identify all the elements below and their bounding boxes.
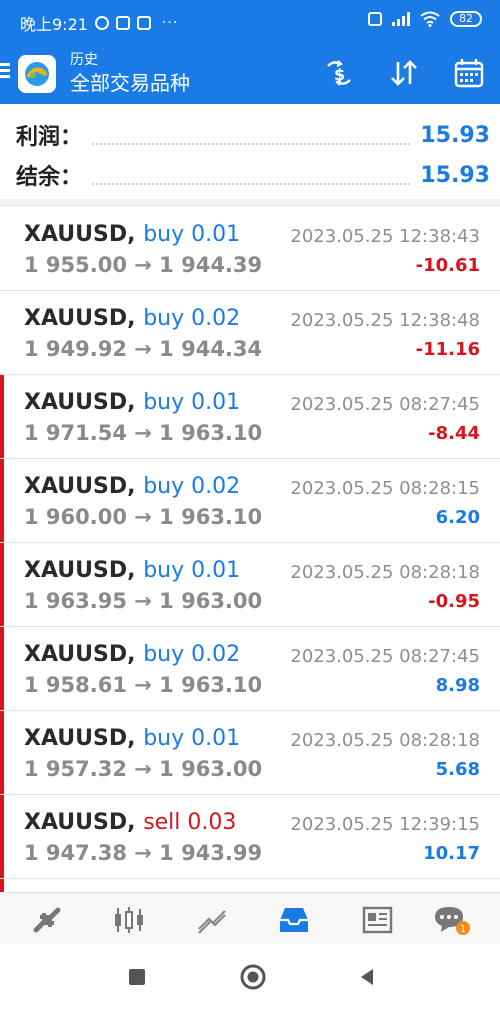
trade-prices: 1 971.54 → 1 963.10 xyxy=(24,421,263,445)
trade-symbol: XAUUSD, xyxy=(24,726,136,751)
trade-side-volume: buy 0.01 xyxy=(143,390,241,415)
trade-symbol: XAUUSD, xyxy=(24,642,136,667)
trade-prices: 1 955.00 → 1 944.39 xyxy=(24,253,263,277)
trade-prices: 1 960.00 → 1 963.10 xyxy=(24,505,263,529)
trade-row[interactable]: XAUUSD, buy 0.01 1 971.54 → 1 963.10 202… xyxy=(0,375,500,459)
trade-symbol: XAUUSD, xyxy=(24,390,136,415)
profit-value: 15.93 xyxy=(420,122,490,148)
trade-profit: -0.95 xyxy=(428,591,480,612)
profit-label: 利润： xyxy=(16,125,83,150)
trade-row[interactable]: XAUUSD, buy 0.02 1 958.61 → 1 963.10 202… xyxy=(0,627,500,711)
trade-row[interactable]: XAUUSD, buy 0.01 1 955.00 → 1 944.39 202… xyxy=(0,207,500,291)
battery-indicator: 82 xyxy=(450,11,482,27)
trade-symbol: XAUUSD, xyxy=(24,306,136,331)
trade-side-volume: buy 0.01 xyxy=(143,726,241,751)
trade-row[interactable]: XAUUSD, buy 0.02 1 960.00 → 1 963.10 202… xyxy=(0,459,500,543)
dot-leader xyxy=(92,125,411,145)
balance-value: 15.93 xyxy=(420,162,490,188)
dot-leader xyxy=(92,165,411,185)
trade-symbol: XAUUSD, xyxy=(24,558,136,583)
trade-side-volume: buy 0.02 xyxy=(143,306,241,331)
page-title[interactable]: 全部交易品种 xyxy=(70,69,190,97)
page-subtitle: 历史 xyxy=(70,52,98,68)
trade-history-list: XAUUSD, buy 0.01 1 955.00 → 1 944.39 202… xyxy=(0,207,500,893)
trade-accent-bar xyxy=(0,795,4,878)
app-bar: 历史 全部交易品种 $ xyxy=(0,42,500,104)
trade-symbol: XAUUSD, xyxy=(24,810,136,835)
trade-row[interactable]: XAUUSD, buy 0.01 1 957.32 → 1 963.00 202… xyxy=(0,711,500,795)
chat-badge-count: 1 xyxy=(460,924,466,935)
balance-row: 结余： 15.93 xyxy=(16,158,490,192)
calendar-icon[interactable] xyxy=(452,56,486,90)
trade-time: 2023.05.25 08:27:45 xyxy=(290,646,480,667)
trade-side-volume: sell 0.03 xyxy=(143,810,237,835)
trade-row[interactable]: XAUUSD, sell 0.03 1 947.38 → 1 943.99 20… xyxy=(0,795,500,879)
history-tab-icon[interactable] xyxy=(277,903,311,937)
trade-profit: 8.98 xyxy=(435,675,480,696)
wifi-icon xyxy=(420,11,440,27)
app-logo xyxy=(18,55,56,93)
trade-time: 2023.05.25 12:38:43 xyxy=(290,226,480,247)
bottom-navigation: 1 xyxy=(0,892,500,945)
trade-side-volume: buy 0.01 xyxy=(143,558,241,583)
trade-accent-bar xyxy=(0,375,4,458)
notification-icon xyxy=(115,16,130,30)
trade-accent-bar xyxy=(0,543,4,626)
trade-prices: 1 949.92 → 1 944.34 xyxy=(24,337,263,361)
system-navigation-bar xyxy=(0,944,500,1015)
profit-row: 利润： 15.93 xyxy=(16,118,490,152)
news-tab-icon[interactable] xyxy=(360,903,394,937)
trade-accent-bar xyxy=(0,627,4,710)
partial-row xyxy=(0,879,500,893)
currency-exchange-icon[interactable]: $ xyxy=(322,56,356,90)
summary-panel: 利润： 15.93 结余： 15.93 xyxy=(0,108,500,200)
status-time: 晚上9:21 xyxy=(20,15,88,34)
recents-button-icon[interactable] xyxy=(122,962,152,992)
trade-profit: 6.20 xyxy=(435,507,480,528)
trade-profit: 5.68 xyxy=(435,759,480,780)
trade-time: 2023.05.25 08:28:15 xyxy=(290,478,480,499)
trade-prices: 1 958.61 → 1 963.10 xyxy=(24,673,263,697)
sim-icon xyxy=(368,12,382,26)
trade-time: 2023.05.25 08:28:18 xyxy=(290,562,480,583)
trade-profit: -10.61 xyxy=(415,255,480,276)
trade-time: 2023.05.25 08:28:18 xyxy=(290,730,480,751)
status-bar: 晚上9:21 ··· 82 xyxy=(0,0,500,42)
more-notifications-icon: ··· xyxy=(161,15,179,31)
trade-accent-bar xyxy=(0,879,4,893)
trade-profit: 10.17 xyxy=(423,843,480,864)
trade-time: 2023.05.25 12:38:48 xyxy=(290,310,480,331)
menu-icon[interactable] xyxy=(0,63,10,79)
home-button-icon[interactable] xyxy=(238,962,268,992)
trade-side-volume: buy 0.01 xyxy=(143,222,241,247)
trade-accent-bar xyxy=(0,459,4,542)
app-notification-icon xyxy=(136,16,151,30)
trade-symbol: XAUUSD, xyxy=(24,222,136,247)
trade-profit: -8.44 xyxy=(428,423,480,444)
chat-tab-icon[interactable]: 1 xyxy=(432,903,472,937)
trade-prices: 1 947.38 → 1 943.99 xyxy=(24,841,263,865)
trade-symbol: XAUUSD, xyxy=(24,474,136,499)
trade-profit: -11.16 xyxy=(415,339,480,360)
signal-icon xyxy=(392,12,410,26)
trade-prices: 1 957.32 → 1 963.00 xyxy=(24,757,263,781)
trade-tab-icon[interactable] xyxy=(195,903,229,937)
trade-side-volume: buy 0.02 xyxy=(143,474,241,499)
balance-label: 结余： xyxy=(16,165,83,190)
trade-time: 2023.05.25 08:27:45 xyxy=(290,394,480,415)
trade-side-volume: buy 0.02 xyxy=(143,642,241,667)
trade-row[interactable]: XAUUSD, buy 0.01 1 963.95 → 1 963.00 202… xyxy=(0,543,500,627)
trade-time: 2023.05.25 12:39:15 xyxy=(290,814,480,835)
chart-tab-icon[interactable] xyxy=(112,903,146,937)
quotes-tab-icon[interactable] xyxy=(30,903,64,937)
section-divider xyxy=(0,199,500,207)
trade-row[interactable]: XAUUSD, buy 0.02 1 949.92 → 1 944.34 202… xyxy=(0,291,500,375)
back-button-icon[interactable] xyxy=(352,962,382,992)
trade-prices: 1 963.95 → 1 963.00 xyxy=(24,589,263,613)
sort-icon[interactable] xyxy=(388,56,422,90)
trade-accent-bar xyxy=(0,711,4,794)
alarm-icon xyxy=(94,16,109,30)
